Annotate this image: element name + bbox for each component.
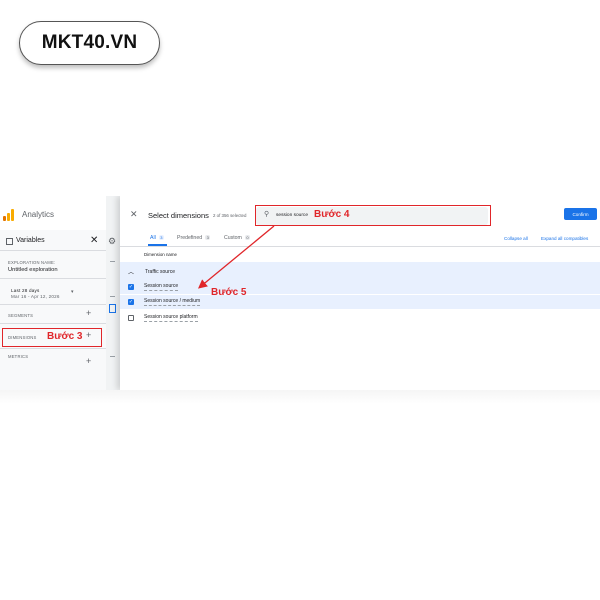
step4-to-step5-arrow: [197, 225, 275, 289]
annotation-arrow: [197, 225, 275, 289]
